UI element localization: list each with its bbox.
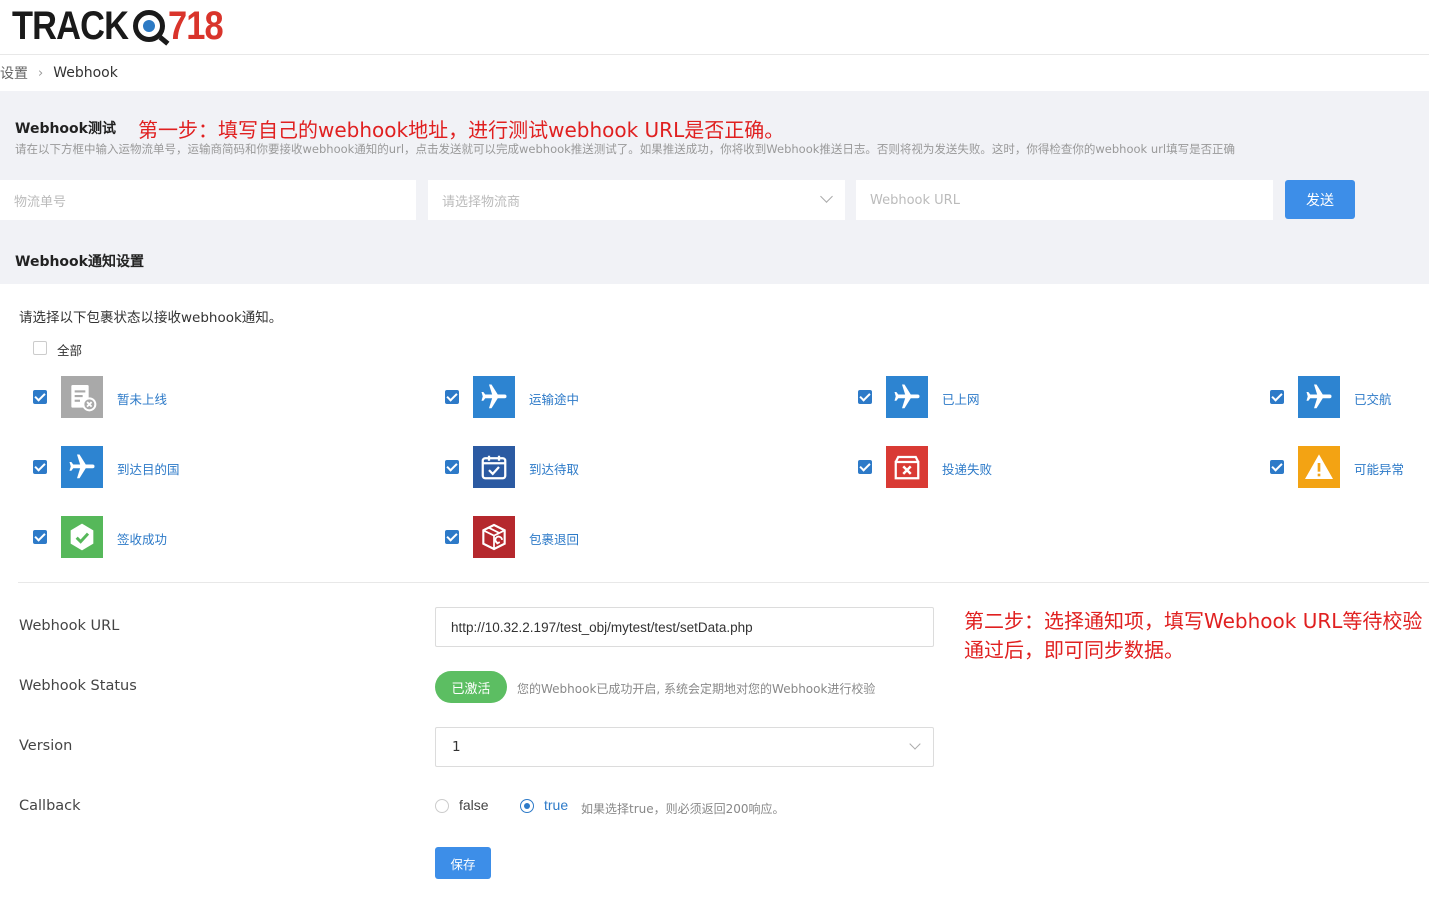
airplane-icon bbox=[1298, 376, 1340, 418]
status-note: 您的Webhook已成功开启, 系统会定期地对您的Webhook进行校验 bbox=[517, 682, 876, 696]
logo-globe-icon bbox=[132, 10, 165, 42]
top-header: TRACK 718 bbox=[0, 0, 1429, 55]
status-checkbox[interactable] bbox=[1270, 460, 1284, 474]
webhook-url-label: Webhook URL bbox=[19, 618, 120, 634]
chevron-down-icon bbox=[820, 190, 833, 203]
callback-false-radio[interactable] bbox=[435, 799, 449, 813]
warning-icon bbox=[1298, 446, 1340, 488]
status-checkbox[interactable] bbox=[33, 390, 47, 404]
status-label[interactable]: 到达目的国 bbox=[117, 459, 180, 478]
breadcrumb-separator-icon: › bbox=[38, 65, 44, 81]
callback-false-label[interactable]: false bbox=[459, 797, 489, 813]
section-divider bbox=[18, 582, 1429, 583]
notify-settings-title: Webhook通知设置 bbox=[15, 254, 144, 270]
calendar-check-icon bbox=[473, 446, 515, 488]
status-checkbox[interactable] bbox=[1270, 390, 1284, 404]
status-label[interactable]: 暂未上线 bbox=[117, 389, 167, 408]
trackingmore-logo[interactable]: TRACK 718 bbox=[12, 4, 232, 48]
tracking-number-input[interactable]: 物流单号 bbox=[0, 180, 416, 220]
status-label[interactable]: 签收成功 bbox=[117, 529, 167, 548]
version-select[interactable]: 1 bbox=[435, 727, 934, 767]
callback-note: 如果选择true，则必须返回200响应。 bbox=[581, 802, 785, 816]
airplane-icon bbox=[61, 446, 103, 488]
step1-annotation: 第一步：填写自己的webhook地址，进行测试webhook URL是否正确。 bbox=[138, 118, 785, 142]
webhook-test-description: 请在以下方框中输入运物流单号，运输商简码和你要接收webhook通知的url，点… bbox=[15, 142, 1236, 156]
test-webhook-url-input[interactable]: Webhook URL bbox=[856, 180, 1273, 220]
tracking-number-placeholder: 物流单号 bbox=[14, 194, 67, 210]
status-label[interactable]: 包裹退回 bbox=[529, 529, 579, 548]
airplane-icon bbox=[473, 376, 515, 418]
breadcrumb-settings-link[interactable]: 设置 bbox=[0, 63, 28, 83]
status-checkbox[interactable] bbox=[445, 460, 459, 474]
failed-box-icon bbox=[886, 446, 928, 488]
breadcrumb-current: Webhook bbox=[53, 65, 118, 81]
status-checkbox[interactable] bbox=[445, 530, 459, 544]
status-checkbox[interactable] bbox=[33, 460, 47, 474]
save-button[interactable]: 保存 bbox=[435, 847, 491, 879]
status-checkbox[interactable] bbox=[33, 530, 47, 544]
shield-check-icon bbox=[61, 516, 103, 558]
webhook-url-input[interactable]: http://10.32.2.197/test_obj/mytest/test/… bbox=[435, 607, 934, 647]
send-button[interactable]: 发送 bbox=[1285, 180, 1355, 219]
test-webhook-url-placeholder: Webhook URL bbox=[870, 192, 960, 208]
breadcrumb: 设置 › Webhook bbox=[0, 63, 118, 83]
version-label: Version bbox=[19, 738, 73, 754]
select-all-checkbox[interactable] bbox=[33, 341, 47, 355]
pending-doc-icon bbox=[61, 376, 103, 418]
airplane-icon bbox=[886, 376, 928, 418]
chevron-down-icon bbox=[909, 738, 921, 750]
webhook-test-title: Webhook测试 bbox=[15, 121, 116, 137]
callback-true-radio[interactable] bbox=[520, 799, 534, 813]
callback-label: Callback bbox=[19, 798, 81, 814]
status-checkbox[interactable] bbox=[858, 460, 872, 474]
notify-hint: 请选择以下包裹状态以接收webhook通知。 bbox=[19, 310, 283, 326]
callback-true-label[interactable]: true bbox=[544, 797, 568, 813]
status-badge: 已激活 bbox=[435, 671, 507, 703]
status-label[interactable]: 投递失败 bbox=[942, 459, 992, 478]
status-label[interactable]: 可能异常 bbox=[1354, 459, 1404, 478]
logo-text: TRACK bbox=[12, 3, 129, 48]
select-all-label: 全部 bbox=[57, 343, 83, 358]
carrier-select[interactable]: 请选择物流商 bbox=[428, 180, 845, 220]
status-label[interactable]: 已交航 bbox=[1354, 389, 1392, 408]
status-checkbox[interactable] bbox=[445, 390, 459, 404]
version-value: 1 bbox=[452, 739, 461, 755]
status-label[interactable]: 到达待取 bbox=[529, 459, 579, 478]
step2-annotation: 第二步：选择通知项，填写Webhook URL等待校验通过后，即可同步数据。 bbox=[964, 609, 1423, 662]
status-label[interactable]: 已上网 bbox=[942, 389, 980, 408]
logo-number: 718 bbox=[167, 3, 224, 48]
carrier-placeholder: 请选择物流商 bbox=[442, 194, 521, 210]
status-checkbox[interactable] bbox=[858, 390, 872, 404]
webhook-status-label: Webhook Status bbox=[19, 678, 137, 694]
return-box-icon bbox=[473, 516, 515, 558]
status-label[interactable]: 运输途中 bbox=[529, 389, 579, 408]
